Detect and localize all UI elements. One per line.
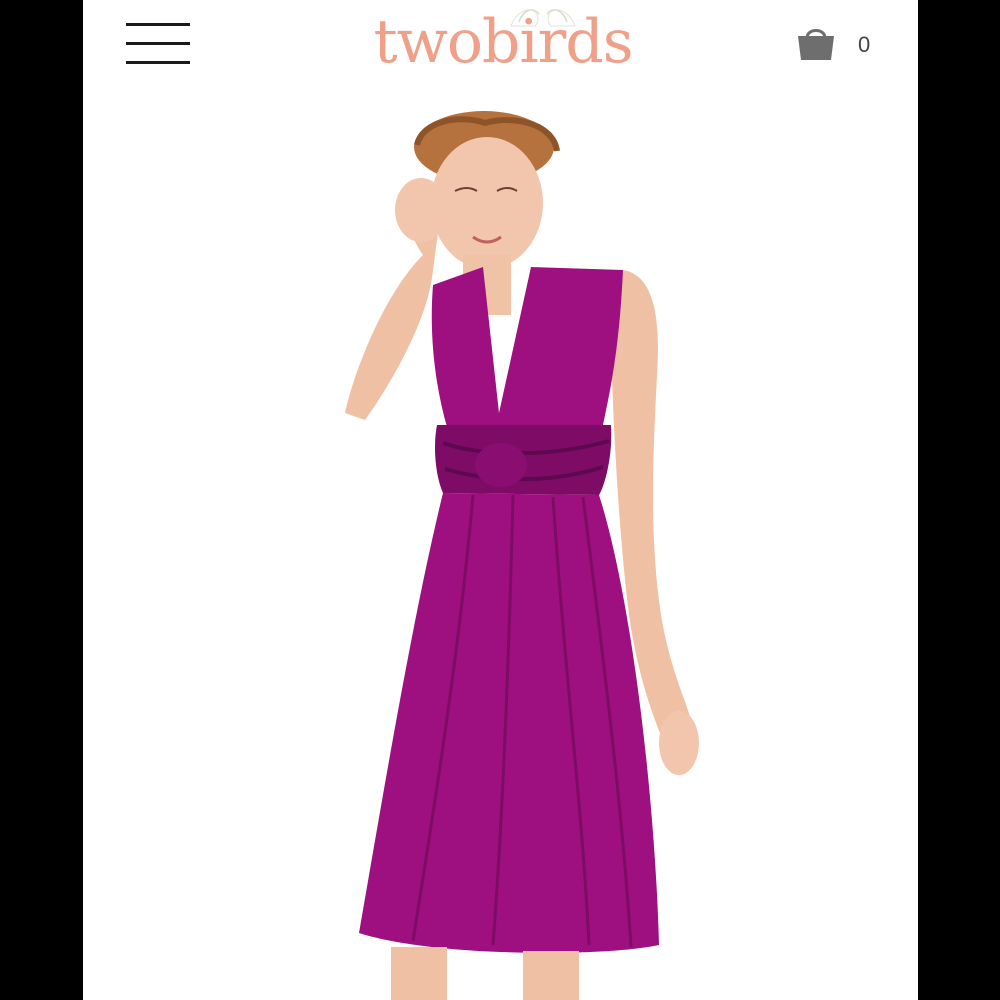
product-photo[interactable] [83, 95, 918, 1000]
logo-text: twobirds [373, 7, 633, 77]
cart-button[interactable]: 0 [783, 16, 893, 72]
cart-count: 0 [858, 32, 871, 57]
product-page: twobirds 0 [83, 0, 918, 1000]
shopping-bag-icon [798, 29, 834, 60]
screenshot-frame: twobirds 0 [0, 0, 1000, 1000]
site-logo[interactable]: twobirds [363, 0, 643, 84]
site-header: twobirds 0 [83, 0, 918, 95]
hamburger-menu-button[interactable] [123, 18, 193, 70]
